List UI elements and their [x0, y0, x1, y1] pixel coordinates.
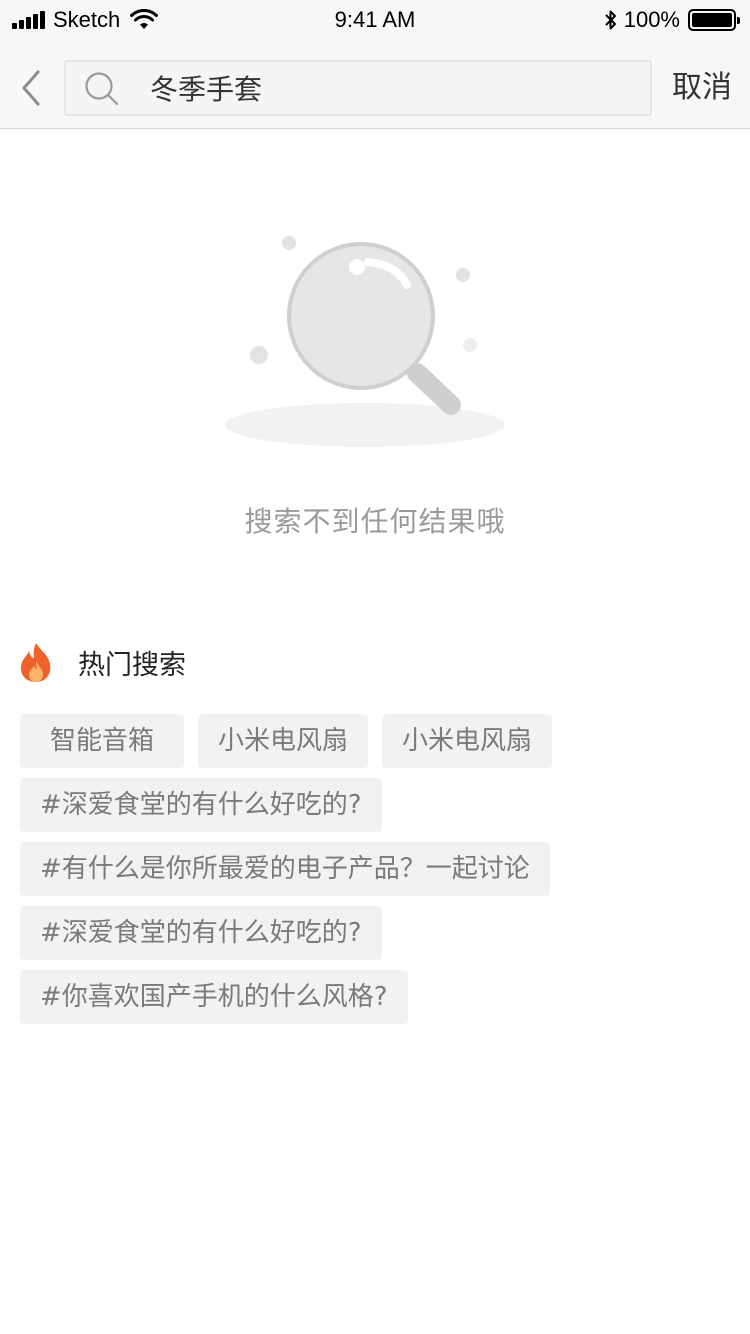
- search-box[interactable]: [64, 60, 652, 116]
- tag-row: #深爱食堂的有什么好吃的?: [20, 778, 720, 832]
- cancel-button[interactable]: 取消: [672, 68, 732, 108]
- hot-tag[interactable]: #你喜欢国产手机的什么风格?: [20, 970, 408, 1024]
- hot-tag[interactable]: 小米电风扇: [382, 714, 553, 768]
- search-icon: [85, 72, 119, 106]
- tag-row: #深爱食堂的有什么好吃的?: [20, 906, 720, 960]
- search-results-page: Sketch 9:41 AM 100% 冬季手套 取消 搜索不到任何结果哦 热门…: [0, 0, 750, 1334]
- battery-icon: [688, 9, 740, 31]
- hot-tag[interactable]: 智能音箱: [20, 714, 185, 768]
- hot-search-header: 热门搜索: [18, 640, 186, 684]
- bluetooth-icon: [605, 10, 616, 30]
- back-button[interactable]: [10, 60, 52, 116]
- illustration-dot: [463, 338, 477, 352]
- hot-search-tags: 智能音箱 小米电风扇 小米电风扇 #深爱食堂的有什么好吃的? #有什么是你所最爱…: [20, 714, 720, 1034]
- hot-tag[interactable]: #有什么是你所最爱的电子产品？一起讨论: [20, 842, 550, 896]
- empty-search-illustration: [225, 236, 505, 447]
- chevron-left-icon: [22, 70, 40, 106]
- hot-search-title: 热门搜索: [78, 649, 186, 681]
- illustration-dot: [282, 236, 296, 250]
- fire-icon: [20, 643, 51, 682]
- illustration-dot: [250, 346, 268, 364]
- illustration-dot: [456, 268, 470, 282]
- tag-row: 智能音箱 小米电风扇 小米电风扇: [20, 714, 720, 768]
- search-input[interactable]: [150, 62, 640, 114]
- hot-tag[interactable]: 小米电风扇: [198, 714, 369, 768]
- illustration-shadow: [225, 403, 505, 447]
- hot-tag[interactable]: #深爱食堂的有什么好吃的?: [20, 906, 382, 960]
- tag-row: #有什么是你所最爱的电子产品？一起讨论: [20, 842, 720, 896]
- hot-tag[interactable]: #深爱食堂的有什么好吃的?: [20, 778, 382, 832]
- battery-percentage: 100%: [623, 7, 680, 32]
- empty-state-message: 搜索不到任何结果哦: [244, 505, 506, 538]
- magnifier-handle: [407, 363, 461, 415]
- search-nav-bar: 取消: [0, 40, 750, 129]
- tag-row: #你喜欢国产手机的什么风格?: [20, 970, 720, 1024]
- status-bar: Sketch 9:41 AM 100%: [0, 0, 750, 40]
- status-bar-right: 100%: [604, 7, 740, 33]
